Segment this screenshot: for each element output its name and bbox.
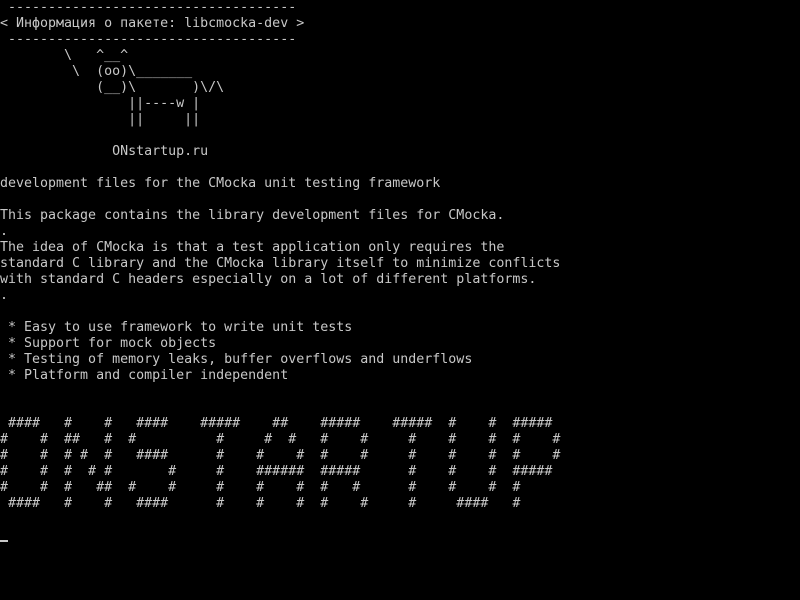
feature-list-item: * Support for mock objects <box>0 336 217 351</box>
ascii-banner-line: # # # ## # # # # # # # # # # # <box>0 480 521 495</box>
description-line: . <box>0 224 9 239</box>
cow-art-line: \ (oo)\_______ <box>0 64 193 79</box>
site-credit: ONstartup.ru <box>0 144 209 159</box>
text-cursor <box>0 540 8 542</box>
cow-art-line: \ ^__^ <box>0 48 129 63</box>
feature-list-item: * Easy to use framework to write unit te… <box>0 320 353 335</box>
description-line: This package contains the library develo… <box>0 208 505 223</box>
description-line: The idea of CMocka is that a test applic… <box>0 240 505 255</box>
package-summary: development files for the CMocka unit te… <box>0 176 441 191</box>
feature-list-item: * Testing of memory leaks, buffer overfl… <box>0 352 473 367</box>
ascii-banner-line: #### # # #### # # # # # # #### # <box>0 496 521 511</box>
description-line: with standard C headers especially on a … <box>0 272 537 287</box>
banner-top-border: ------------------------------------ <box>0 0 297 15</box>
banner-title: < Информация о пакете: libcmocka-dev > <box>0 16 305 31</box>
cow-art-line: ||----w | <box>0 96 201 111</box>
cow-art-line: || || <box>0 112 201 127</box>
description-line: standard C library and the CMocka librar… <box>0 256 561 271</box>
ascii-banner-line: # # ## # # # # # # # # # # # # <box>0 432 561 447</box>
ascii-banner-line: # # # # # #### # # # # # # # # # # <box>0 448 561 463</box>
banner-bottom-border: ------------------------------------ <box>0 32 297 47</box>
ascii-banner-line: #### # # #### ##### ## ##### ##### # # #… <box>0 416 553 431</box>
terminal-screen[interactable]: ------------------------------------ < И… <box>0 0 800 600</box>
ascii-banner-line: # # # # # # # ###### ##### # # # ##### <box>0 464 553 479</box>
cow-art-line: (__)\ )\/\ <box>0 80 225 95</box>
description-line: . <box>0 288 9 303</box>
feature-list-item: * Platform and compiler independent <box>0 368 289 383</box>
